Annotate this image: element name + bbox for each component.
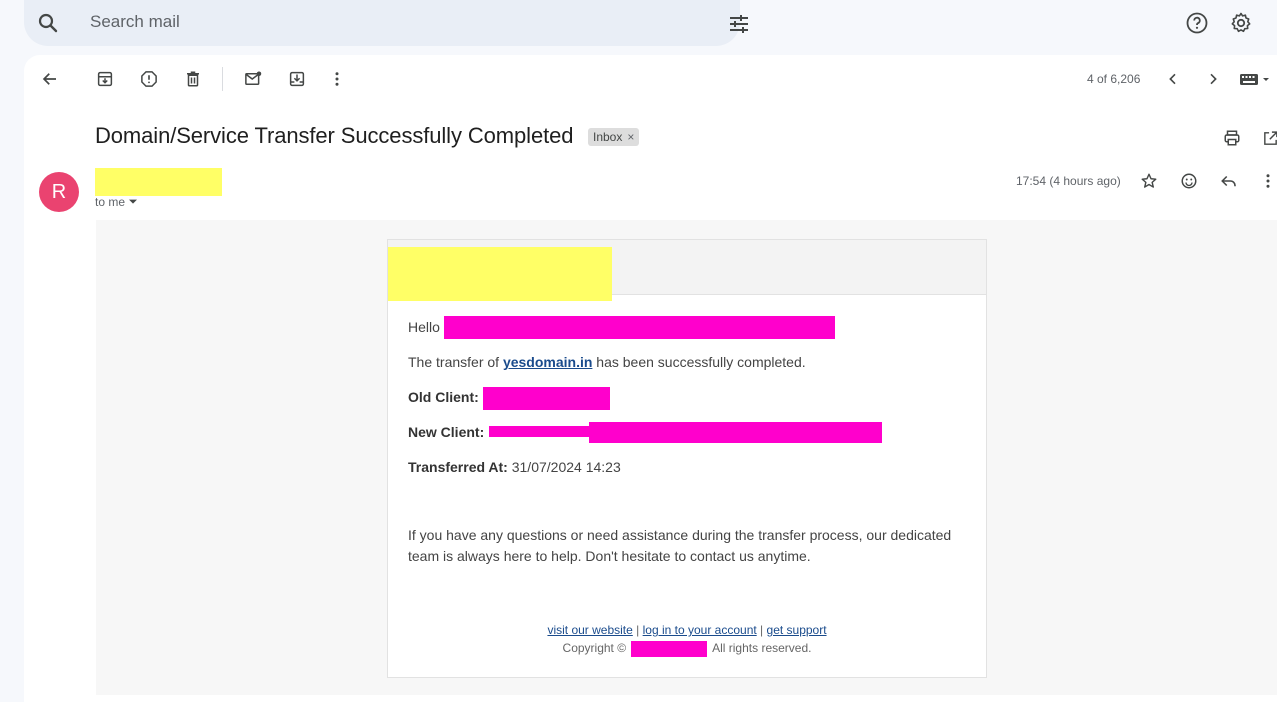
- login-link[interactable]: log in to your account: [643, 623, 757, 637]
- chevron-down-icon[interactable]: [129, 199, 138, 205]
- copyright-suffix: All rights reserved.: [712, 641, 812, 656]
- more-vert-icon[interactable]: [327, 69, 347, 89]
- transfer-suffix: has been successfully completed.: [596, 354, 806, 370]
- tune-icon[interactable]: [727, 12, 751, 36]
- message-more-icon[interactable]: [1258, 171, 1277, 191]
- new-client-line: New Client:: [408, 424, 484, 440]
- keyboard-icon[interactable]: [1238, 69, 1272, 89]
- chevron-right-icon[interactable]: [1203, 69, 1223, 89]
- delete-icon[interactable]: [183, 69, 203, 89]
- footer-separator: |: [636, 623, 640, 637]
- email-timestamp: 17:54 (4 hours ago): [1016, 174, 1121, 188]
- reply-icon[interactable]: [1219, 171, 1239, 191]
- report-spam-icon[interactable]: [139, 69, 159, 89]
- email-subject: Domain/Service Transfer Successfully Com…: [95, 123, 574, 148]
- email-body: Hello The transfer of yesdomain.in has b…: [96, 220, 1277, 695]
- open-in-new-icon[interactable]: [1260, 128, 1277, 148]
- search-bar[interactable]: Search mail: [24, 0, 748, 46]
- copyright-line: Copyright © All rights reserved.: [388, 641, 986, 657]
- get-support-link[interactable]: get support: [767, 623, 827, 637]
- back-icon[interactable]: [40, 69, 60, 89]
- email-pane: 4 of 6,206 Domain/Service Transfer Succe…: [24, 55, 1277, 702]
- help-icon[interactable]: [1185, 11, 1209, 35]
- old-client-line: Old Client:: [408, 389, 479, 405]
- transferred-at-line: Transferred At: 31/07/2024 14:23: [408, 459, 621, 475]
- transferred-at-value: 31/07/2024 14:23: [511, 459, 621, 475]
- search-icon[interactable]: [36, 11, 60, 35]
- avatar[interactable]: R: [39, 172, 79, 212]
- settings-icon[interactable]: [1229, 11, 1253, 35]
- star-icon[interactable]: [1139, 171, 1159, 191]
- archive-icon[interactable]: [95, 69, 115, 89]
- email-card: Hello The transfer of yesdomain.in has b…: [387, 239, 987, 678]
- transfer-prefix: The transfer of: [408, 354, 500, 370]
- search-input[interactable]: Search mail: [90, 12, 180, 32]
- mark-unread-icon[interactable]: [243, 69, 263, 89]
- copyright-prefix: Copyright ©: [562, 641, 627, 656]
- footer-separator: |: [760, 623, 764, 637]
- greeting-line: Hello: [408, 319, 440, 335]
- company-name-redacted: [631, 641, 708, 657]
- footer-links: visit our website | log in to your accou…: [388, 623, 986, 637]
- old-client-redacted: [483, 387, 610, 410]
- message-counter: 4 of 6,206: [1087, 72, 1141, 86]
- remove-label-icon[interactable]: ×: [627, 130, 634, 146]
- recipient-name-redacted: [444, 316, 835, 339]
- inbox-label[interactable]: Inbox ×: [588, 128, 640, 146]
- to-me-label: to me: [95, 195, 126, 209]
- help-paragraph: If you have any questions or need assist…: [408, 527, 952, 564]
- greeting-text: Hello: [408, 319, 440, 335]
- new-client-redacted-b: [589, 422, 882, 443]
- emoji-icon[interactable]: [1179, 171, 1199, 191]
- move-to-icon[interactable]: [287, 69, 307, 89]
- visit-website-link[interactable]: visit our website: [547, 623, 632, 637]
- toolbar-divider: [222, 67, 223, 91]
- inbox-label-text: Inbox: [593, 130, 623, 144]
- print-icon[interactable]: [1222, 128, 1242, 148]
- new-client-redacted-a: [489, 426, 592, 437]
- transfer-line: The transfer of yesdomain.in has been su…: [408, 354, 806, 370]
- recipient-details[interactable]: to me: [95, 195, 138, 209]
- transferred-at-label: Transferred At:: [408, 459, 508, 475]
- sender-name-redacted: [95, 168, 222, 196]
- old-client-label: Old Client:: [408, 389, 479, 405]
- domain-link[interactable]: yesdomain.in: [503, 354, 592, 370]
- chevron-left-icon[interactable]: [1163, 69, 1183, 89]
- new-client-label: New Client:: [408, 424, 485, 440]
- logo-redacted: [388, 247, 612, 301]
